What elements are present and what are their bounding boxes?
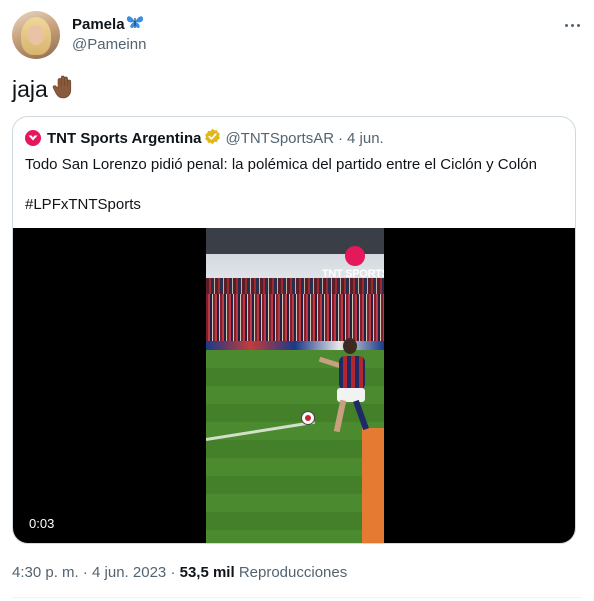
author-name[interactable]: Pamela — [72, 15, 125, 35]
soccer-ball — [301, 411, 315, 425]
author-handle[interactable]: @Pameinn — [72, 35, 146, 55]
quoted-separator: · — [338, 129, 344, 147]
divider — [12, 597, 582, 598]
author-block: Pamela @Pameinn — [72, 14, 146, 55]
tweet-header: Pamela @Pameinn — [12, 11, 582, 61]
more-options-icon[interactable] — [562, 15, 582, 35]
tweet-meta: 4:30 p. m. · 4 jun. 2023 · 53,5 mil Repr… — [12, 564, 347, 581]
video-frame: TNT SPORTS — [206, 228, 384, 543]
player-head — [343, 338, 357, 354]
quoted-tweet[interactable]: TNT Sports Argentina @TNTSportsAR · 4 ju… — [12, 116, 576, 544]
quoted-author-handle[interactable]: @TNTSportsAR — [225, 130, 334, 147]
views-label: Reproducciones — [238, 564, 348, 581]
quoted-text-line1: Todo San Lorenzo pidió penal: la polémic… — [25, 156, 537, 173]
tweet-text: jaja — [12, 74, 76, 107]
tnt-watermark: TNT SPORTS — [322, 246, 384, 280]
orange-banner — [362, 428, 384, 543]
video-duration: 0:03 — [29, 516, 55, 531]
tnt-avatar[interactable] — [25, 130, 41, 146]
tweet-text-content: jaja — [12, 76, 48, 102]
quoted-hashtag[interactable]: #LPFxTNTSports — [25, 195, 565, 215]
avatar-face — [28, 25, 44, 45]
avatar[interactable] — [12, 11, 60, 59]
quoted-date[interactable]: 4 jun. — [347, 130, 384, 147]
quoted-text: Todo San Lorenzo pidió penal: la polémic… — [25, 155, 565, 215]
player-jersey — [339, 356, 365, 390]
views-count: 53,5 mil — [179, 564, 235, 581]
butterfly-icon — [126, 14, 144, 35]
video-player[interactable]: TNT SPORTS 0:03 — [13, 228, 575, 543]
quoted-header: TNT Sports Argentina @TNTSportsAR · 4 ju… — [25, 128, 384, 148]
meta-separator: · — [170, 564, 176, 581]
tweet-timestamp[interactable]: 4:30 p. m. · 4 jun. 2023 — [12, 564, 166, 581]
tnt-logo-icon — [345, 246, 366, 266]
raised-hand-icon — [52, 74, 76, 107]
verified-badge-icon — [204, 128, 221, 149]
stadium-crowd — [206, 294, 384, 346]
tnt-watermark-text: TNT SPORTS — [322, 268, 384, 280]
quoted-author-name[interactable]: TNT Sports Argentina — [47, 130, 201, 147]
